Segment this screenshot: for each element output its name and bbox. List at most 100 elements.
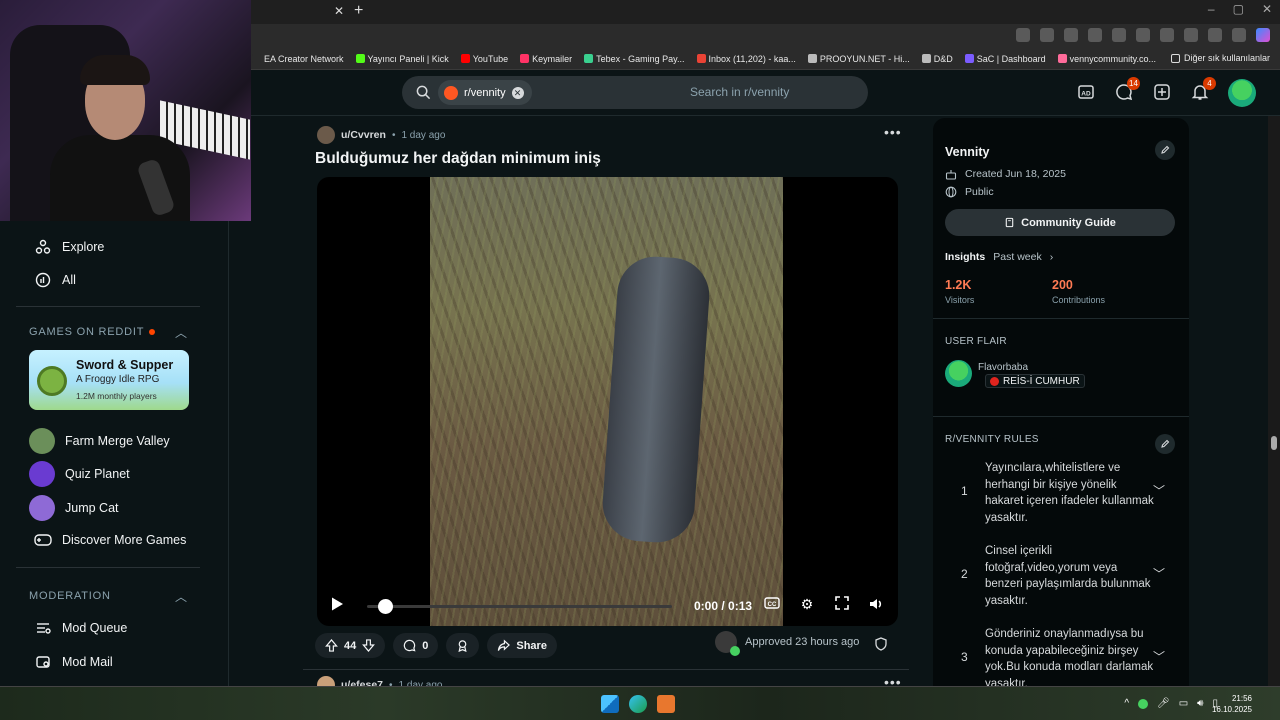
- chevron-up-icon[interactable]: ^: [1124, 698, 1129, 709]
- system-tray: ^ 🎤︎ ▭ 🔊︎ ▯: [1124, 698, 1218, 709]
- search-bar[interactable]: r/vennity ✕ Search in r/vennity: [402, 76, 868, 109]
- notifications-bell-icon[interactable]: 4: [1190, 77, 1216, 103]
- read-aloud-icon[interactable]: [1064, 28, 1078, 42]
- chevron-up-icon[interactable]: ︿: [175, 588, 187, 605]
- featured-game-card[interactable]: Sword & Supper A Froggy Idle RPG 1.2M mo…: [29, 350, 189, 410]
- windows-start-icon[interactable]: [601, 695, 619, 713]
- captions-icon[interactable]: CC: [764, 596, 780, 612]
- taskbar-clock[interactable]: 21:56 16.10.2025: [1212, 693, 1252, 715]
- sidebar-item-farm-merge-valley[interactable]: Farm Merge Valley: [29, 428, 170, 454]
- sidebar-item-mod-queue[interactable]: Mod Queue: [34, 619, 127, 637]
- bookmark-item[interactable]: EA Creator Network: [252, 54, 344, 64]
- volume-icon[interactable]: [868, 596, 884, 612]
- settings-gear-icon[interactable]: ⚙: [799, 596, 815, 612]
- subreddit-search-chip[interactable]: r/vennity ✕: [438, 80, 532, 105]
- mod-shield-icon[interactable]: [874, 637, 888, 651]
- share-label: Share: [516, 639, 547, 652]
- clear-chip-icon[interactable]: ✕: [511, 86, 524, 99]
- extensions-puzzle-icon[interactable]: [1136, 28, 1150, 42]
- close-window-icon[interactable]: ✕: [1262, 2, 1272, 16]
- bookmark-label: Keymailer: [532, 53, 573, 64]
- extension-icon[interactable]: [1112, 28, 1126, 42]
- maximize-icon[interactable]: ▢: [1233, 2, 1244, 16]
- video-player[interactable]: 0:00 / 0:13 CC ⚙: [317, 177, 898, 626]
- chevron-down-icon[interactable]: ﹀: [1153, 482, 1165, 499]
- comment-icon: [404, 639, 416, 652]
- app-icon[interactable]: [657, 695, 675, 713]
- favorite-star-icon[interactable]: [1088, 28, 1102, 42]
- games-section-header[interactable]: GAMES ON REDDIT: [29, 326, 156, 338]
- app-icon[interactable]: [1016, 28, 1030, 42]
- community-guide-button[interactable]: Community Guide: [945, 209, 1175, 236]
- moderator-avatar[interactable]: [715, 631, 740, 656]
- other-favorites[interactable]: Diğer sık kullanılanlar: [1170, 53, 1270, 63]
- insights-header[interactable]: Insights Past week ›: [945, 251, 1053, 263]
- video-progress-knob[interactable]: [378, 599, 393, 614]
- bookmark-item[interactable]: Keymailer: [520, 54, 572, 64]
- new-tab-icon[interactable]: +: [354, 2, 370, 20]
- flair-user-avatar[interactable]: [945, 360, 972, 387]
- favorites-icon[interactable]: [1160, 28, 1174, 42]
- sidebar-item-jump-cat[interactable]: Jump Cat: [29, 495, 119, 521]
- edge-browser-icon[interactable]: [629, 695, 647, 713]
- post-author[interactable]: u/Cvvren: [341, 129, 386, 141]
- browser-toolbar-icons: [1016, 28, 1270, 42]
- scrollbar-thumb[interactable]: [1271, 436, 1277, 450]
- bookmark-item[interactable]: Yayıncı Paneli | Kick: [355, 54, 449, 64]
- bookmark-item[interactable]: vennycommunity.co...: [1057, 54, 1156, 64]
- fullscreen-icon[interactable]: [834, 596, 850, 612]
- more-options-icon[interactable]: •••: [884, 124, 902, 140]
- user-avatar[interactable]: [1228, 79, 1256, 107]
- microphone-icon[interactable]: 🎤︎: [1157, 698, 1170, 709]
- collections-icon[interactable]: [1184, 28, 1198, 42]
- post-time: 1 day ago: [401, 129, 446, 141]
- comments-button[interactable]: 0: [393, 633, 439, 658]
- advertise-icon[interactable]: AD: [1076, 83, 1096, 103]
- globe-icon: [945, 186, 957, 198]
- bookmark-item[interactable]: Tebex - Gaming Pay...: [584, 54, 685, 64]
- edit-pencil-icon[interactable]: [1155, 140, 1175, 160]
- page-scrollbar[interactable]: [1268, 116, 1280, 686]
- bookmark-item[interactable]: SaC | Dashboard: [964, 54, 1046, 64]
- sidebar-item-mod-mail[interactable]: Mod Mail: [34, 653, 113, 671]
- play-icon[interactable]: [329, 596, 345, 612]
- share-button[interactable]: Share: [487, 633, 557, 658]
- tray-app-icon[interactable]: [1138, 698, 1149, 709]
- bookmark-item[interactable]: Inbox (11,202) - kaa...: [696, 54, 796, 64]
- chevron-down-icon[interactable]: ﹀: [1153, 648, 1165, 665]
- zoom-icon[interactable]: [1040, 28, 1054, 42]
- bookmark-item[interactable]: D&D: [921, 53, 953, 64]
- sidebar-item-discover-games[interactable]: Discover More Games: [34, 531, 186, 549]
- community-name: Vennity: [945, 145, 990, 159]
- create-post-icon[interactable]: [1152, 83, 1172, 103]
- menu-dots-icon[interactable]: [1232, 28, 1246, 42]
- copilot-icon[interactable]: [1256, 28, 1270, 42]
- video-progress-bar[interactable]: [367, 605, 672, 608]
- chat-icon[interactable]: 14: [1114, 77, 1140, 103]
- volume-icon[interactable]: 🔊︎: [1197, 698, 1203, 709]
- bookmark-item[interactable]: PROOYUN.NET - Hi...: [807, 54, 910, 64]
- downvote-icon[interactable]: [362, 639, 376, 652]
- minimize-icon[interactable]: –: [1208, 2, 1215, 16]
- vpn-icon[interactable]: [1208, 28, 1222, 42]
- bookmark-label: D&D: [933, 53, 953, 64]
- chevron-up-icon[interactable]: ︿: [175, 324, 187, 341]
- award-button[interactable]: [446, 633, 480, 658]
- chevron-down-icon[interactable]: ﹀: [1153, 565, 1165, 582]
- network-icon[interactable]: ▭: [1179, 698, 1188, 709]
- sidebar-item-label: Farm Merge Valley: [65, 434, 170, 448]
- author-avatar[interactable]: [317, 126, 335, 144]
- post-title[interactable]: Bulduğumuz her dağdan minimum iniş: [315, 150, 601, 168]
- subreddit-chip-label: r/vennity: [464, 86, 506, 99]
- upvote-icon[interactable]: [325, 639, 338, 652]
- sidebar-item-explore[interactable]: Explore: [34, 238, 104, 256]
- bookmark-item[interactable]: YouTube: [460, 54, 508, 64]
- header-actions: AD 14 4: [1076, 77, 1256, 107]
- edit-pencil-icon[interactable]: [1155, 434, 1175, 454]
- moderation-section-header[interactable]: MODERATION: [29, 590, 111, 602]
- user-flair-tag[interactable]: REİS-İ CUMHUR: [985, 374, 1085, 388]
- tab-close-icon[interactable]: ✕: [332, 4, 346, 18]
- sidebar-item-quiz-planet[interactable]: Quiz Planet: [29, 461, 130, 487]
- search-placeholder[interactable]: Search in r/vennity: [690, 85, 789, 99]
- sidebar-item-all[interactable]: All: [34, 271, 76, 289]
